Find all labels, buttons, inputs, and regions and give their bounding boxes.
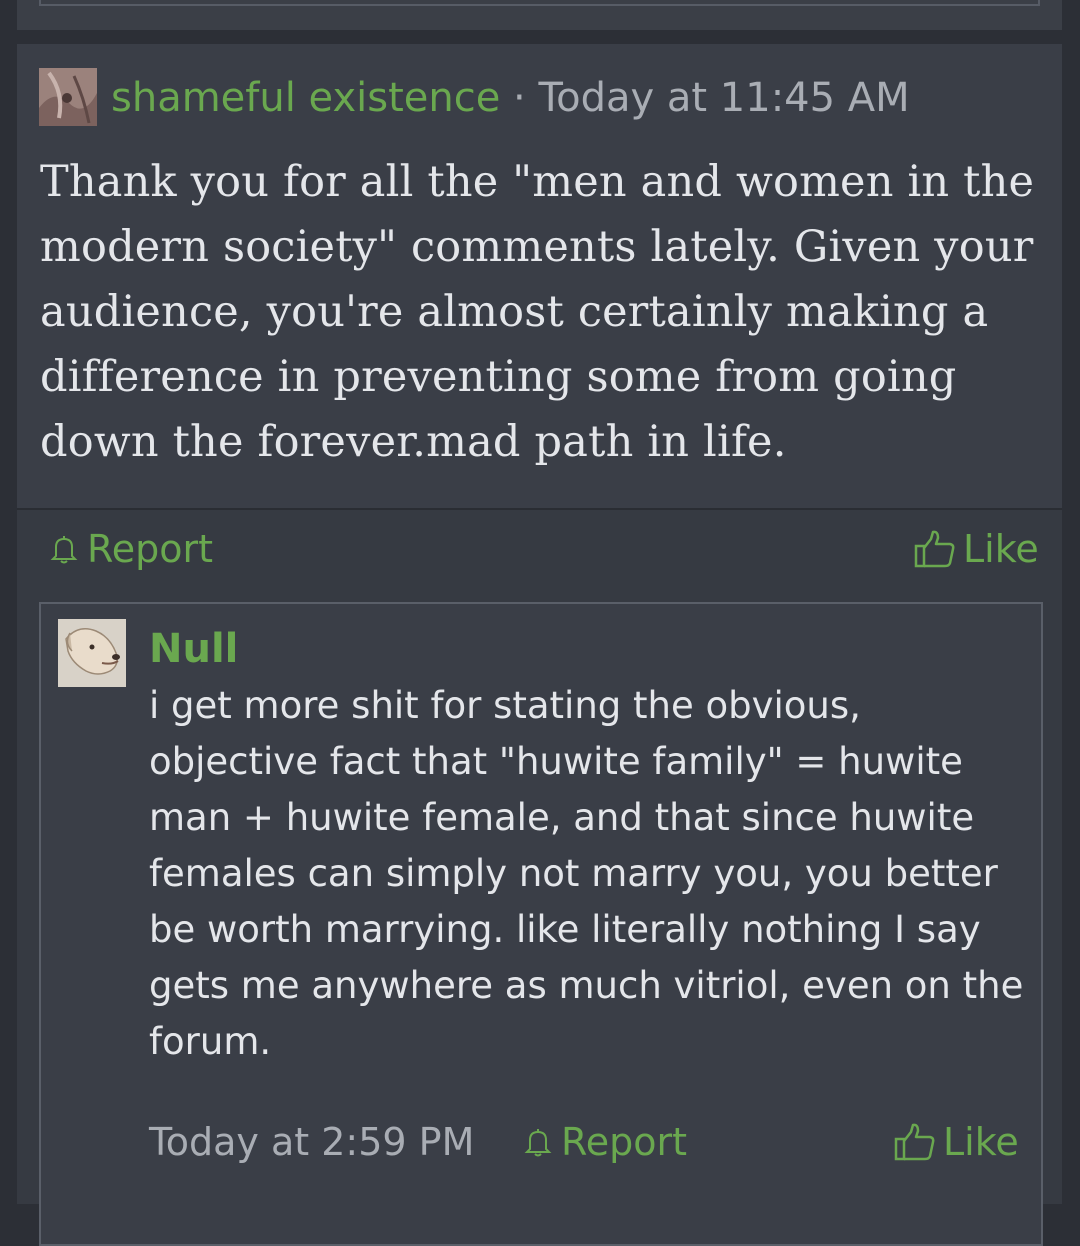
like-label: Like xyxy=(963,527,1039,571)
bell-icon xyxy=(521,1125,561,1159)
like-button[interactable]: Like xyxy=(913,526,1039,572)
avatar[interactable] xyxy=(58,619,126,687)
reply-quote: Null i get more shit for stating the obv… xyxy=(39,602,1043,1246)
report-label: Report xyxy=(561,1120,687,1164)
post-header: shameful existence · Today at 11:45 AM xyxy=(111,72,910,124)
report-label: Report xyxy=(87,527,213,571)
post-body: shameful existence · Today at 11:45 AM T… xyxy=(17,44,1062,508)
post-timestamp[interactable]: Today at 11:45 AM xyxy=(538,75,909,121)
avatar[interactable] xyxy=(39,68,97,126)
like-label: Like xyxy=(943,1120,1019,1164)
quote-text: i get more shit for stating the obvious,… xyxy=(149,684,1024,1063)
previous-post-remnant xyxy=(17,0,1062,30)
thumbs-up-icon xyxy=(893,1122,943,1162)
quote-timestamp[interactable]: Today at 2:59 PM xyxy=(149,1119,474,1165)
author-link[interactable]: shameful existence xyxy=(111,75,500,121)
bell-icon xyxy=(47,532,87,566)
thumbs-up-icon xyxy=(913,529,963,569)
post-text: Thank you for all the "men and women in … xyxy=(40,157,1035,467)
post-card: shameful existence · Today at 11:45 AM T… xyxy=(17,44,1062,1246)
like-button[interactable]: Like xyxy=(893,1119,1019,1165)
header-separator: · xyxy=(500,75,539,121)
report-button[interactable]: Report xyxy=(521,1119,687,1165)
quote-author[interactable]: Null xyxy=(149,624,238,674)
previous-quote-border xyxy=(39,0,1040,6)
report-button[interactable]: Report xyxy=(47,526,213,572)
